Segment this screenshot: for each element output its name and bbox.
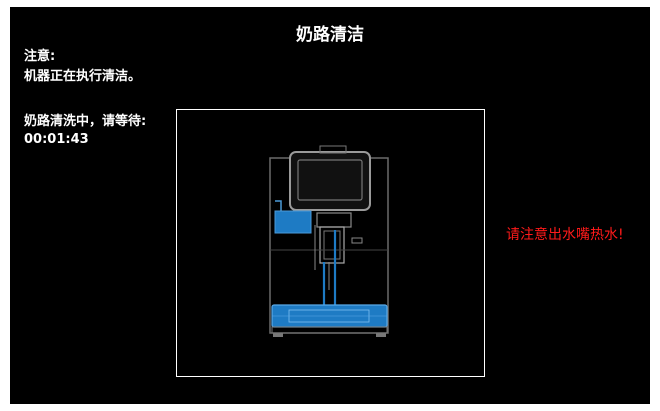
hot-water-warning: 请注意出水嘴热水! <box>506 227 624 243</box>
spout-label <box>351 237 363 244</box>
notice-block: 注意: 机器正在执行清洁。 <box>24 47 141 87</box>
brew-unit <box>316 212 352 228</box>
notice-message: 机器正在执行清洁。 <box>24 69 142 84</box>
status-label: 奶路清洗中，请等待: <box>24 114 147 129</box>
cleaning-status: 奶路清洗中，请等待: 00:01:43 <box>24 113 146 149</box>
tank-inlet-pipe <box>275 200 282 211</box>
milk-cleaning-screen: 奶路清洁 注意: 机器正在执行清洁。 奶路清洗中，请等待: 00:01:43 请… <box>10 7 650 404</box>
machine-illustration-frame <box>176 109 485 377</box>
coffee-machine-illustration <box>269 145 389 337</box>
water-tank <box>274 210 312 234</box>
foot-left <box>273 333 283 337</box>
notice-heading: 注意: <box>24 49 56 64</box>
spout-inner <box>323 230 341 260</box>
foot-right <box>376 333 386 337</box>
page-title: 奶路清洁 <box>296 25 364 45</box>
machine-base <box>271 326 388 334</box>
countdown-timer: 00:01:43 <box>24 132 89 147</box>
display-panel <box>289 151 371 211</box>
